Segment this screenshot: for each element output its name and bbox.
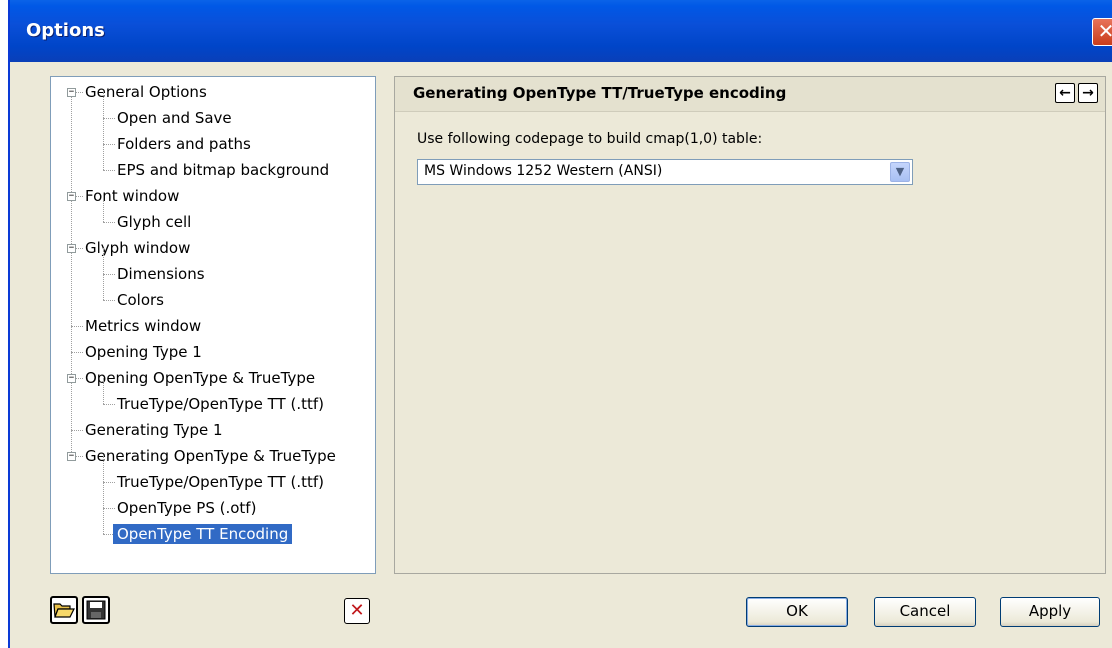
collapse-toggle-icon[interactable]: − — [67, 452, 76, 461]
tree-item-label: OpenType PS (.otf) — [117, 499, 257, 517]
tree-item[interactable]: Font window — [81, 183, 183, 209]
codepage-select[interactable]: MS Windows 1252 Western (ANSI) ▼ — [417, 159, 913, 185]
tree-item-label: Font window — [85, 187, 180, 205]
close-button[interactable]: ✕ — [1092, 18, 1112, 46]
options-dialog: Options ✕ − General Options Open and Save F… — [8, 0, 1112, 648]
tree-item-label: Generating Type 1 — [85, 421, 223, 439]
tree-item[interactable]: Colors — [113, 287, 168, 313]
tree-item[interactable]: Glyph window — [81, 235, 194, 261]
options-tree[interactable]: − General Options Open and Save Folders and… — [50, 76, 376, 574]
tree-item-label: TrueType/OpenType TT (.ttf) — [117, 473, 324, 491]
tree-item[interactable]: OpenType PS (.otf) — [113, 495, 260, 521]
tree-item[interactable]: General Options — [81, 79, 211, 105]
collapse-toggle-icon[interactable]: − — [67, 192, 76, 201]
tree-item-label: Glyph cell — [117, 213, 192, 231]
collapse-toggle-icon[interactable]: − — [67, 88, 76, 97]
panel-header: Generating OpenType TT/TrueType encoding… — [395, 77, 1105, 112]
tree-item-label: Colors — [117, 291, 164, 309]
forward-arrow-button[interactable]: → — [1078, 83, 1098, 103]
tree-item[interactable]: Generating Type 1 — [81, 417, 227, 443]
tree-item[interactable]: OpenType TT Encoding — [113, 521, 293, 547]
window-title: Options — [26, 20, 105, 41]
settings-panel: Generating OpenType TT/TrueType encoding… — [394, 76, 1106, 574]
back-arrow-button[interactable]: ← — [1055, 83, 1075, 103]
panel-title: Generating OpenType TT/TrueType encoding — [413, 84, 787, 102]
tree-item[interactable]: Metrics window — [81, 313, 205, 339]
tree-item[interactable]: Dimensions — [113, 261, 209, 287]
codepage-select-value: MS Windows 1252 Western (ANSI) — [424, 163, 663, 179]
chevron-down-icon[interactable]: ▼ — [890, 162, 910, 182]
tree-item[interactable]: TrueType/OpenType TT (.ttf) — [113, 391, 328, 417]
tree-item[interactable]: Glyph cell — [113, 209, 195, 235]
tree-item[interactable]: Opening OpenType & TrueType — [81, 365, 319, 391]
title-bar[interactable]: Options — [10, 0, 1112, 62]
delete-button[interactable]: ✕ — [344, 598, 370, 624]
open-folder-icon — [53, 603, 75, 618]
tree-item-label: Folders and paths — [117, 135, 251, 153]
tree-item[interactable]: Open and Save — [113, 105, 236, 131]
tree-item-label: Open and Save — [117, 109, 232, 127]
tree-item-label: Generating OpenType & TrueType — [85, 447, 336, 465]
save-button[interactable] — [82, 596, 110, 624]
tree-item[interactable]: Generating OpenType & TrueType — [81, 443, 340, 469]
tree-item[interactable]: TrueType/OpenType TT (.ttf) — [113, 469, 328, 495]
ok-button[interactable]: OK — [746, 597, 848, 627]
tree-item[interactable]: EPS and bitmap background — [113, 157, 333, 183]
tree-item-label: General Options — [85, 83, 207, 101]
tree-item[interactable]: Opening Type 1 — [81, 339, 206, 365]
tree-item-label: Dimensions — [117, 265, 205, 283]
tree-item-label: TrueType/OpenType TT (.ttf) — [117, 395, 324, 413]
collapse-toggle-icon[interactable]: − — [67, 374, 76, 383]
collapse-toggle-icon[interactable]: − — [67, 244, 76, 253]
tree-item-label: OpenType TT Encoding — [113, 524, 293, 544]
tree-item-label: Opening Type 1 — [85, 343, 202, 361]
tree-item-label: Opening OpenType & TrueType — [85, 369, 316, 387]
apply-button[interactable]: Apply — [1000, 597, 1100, 627]
tree-item[interactable]: Folders and paths — [113, 131, 255, 157]
cancel-button[interactable]: Cancel — [874, 597, 976, 627]
tree-item-label: Glyph window — [85, 239, 191, 257]
save-disk-icon — [86, 600, 106, 620]
tree-item-label: Metrics window — [85, 317, 202, 335]
tree-view: − General Options Open and Save Folders and… — [51, 77, 375, 573]
tree-item-label: EPS and bitmap background — [117, 161, 330, 179]
codepage-label: Use following codepage to build cmap(1,0… — [417, 131, 763, 147]
open-folder-button[interactable] — [50, 596, 78, 624]
